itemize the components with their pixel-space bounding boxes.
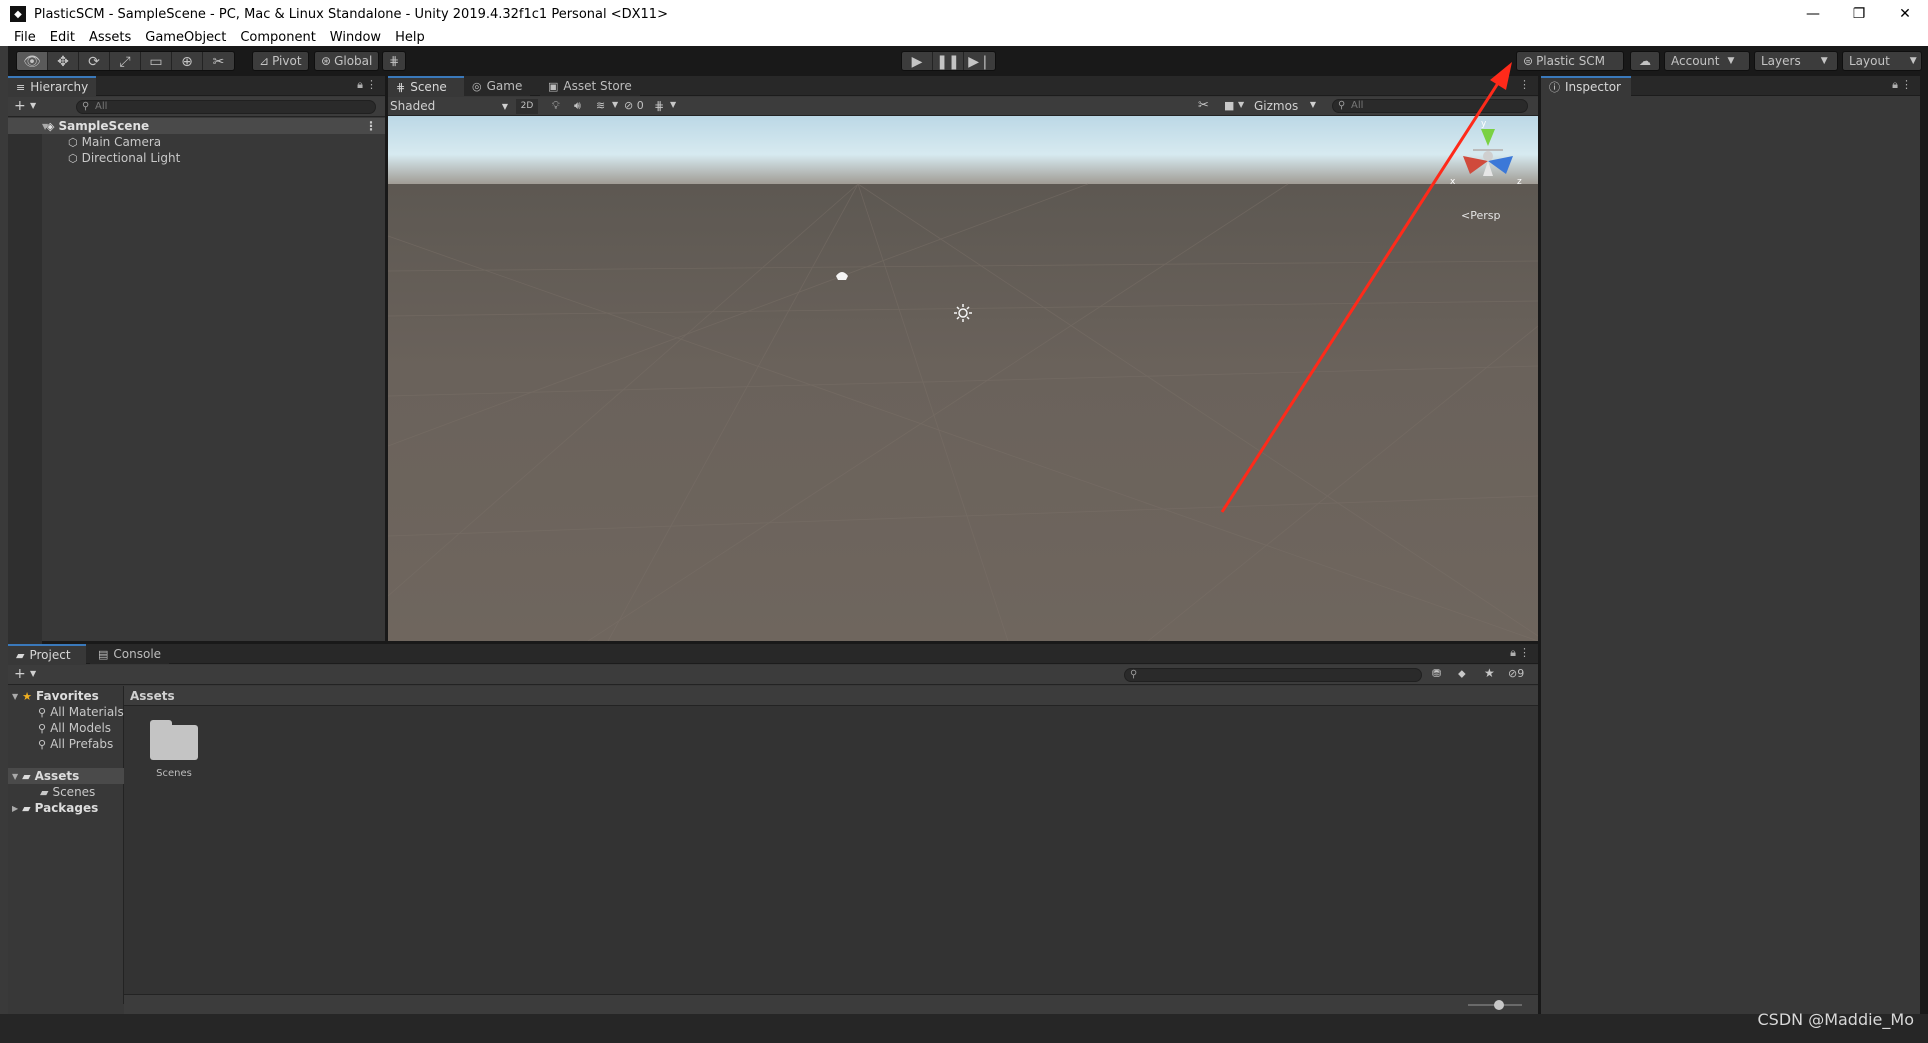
annotation-arrow [1220,62,1512,513]
